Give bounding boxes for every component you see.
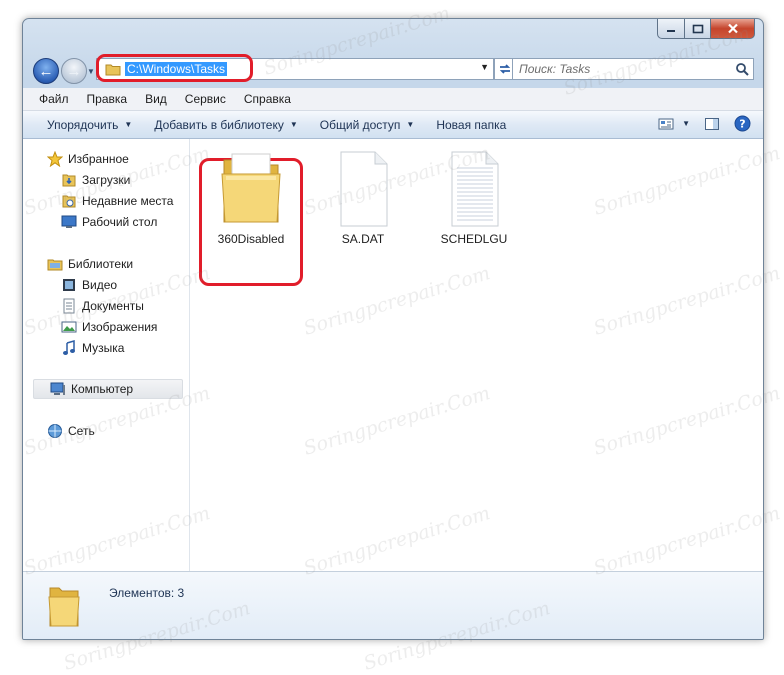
file-name: SA.DAT (341, 232, 385, 246)
file-list: 360Disabled SA.DAT SCHEDLGU (190, 139, 763, 571)
menu-tools[interactable]: Сервис (175, 92, 234, 106)
view-controls: ▼ ? (658, 115, 751, 132)
downloads-icon (61, 172, 77, 188)
caption-buttons (657, 19, 755, 39)
svg-text:?: ? (739, 118, 745, 131)
nav-documents-label: Документы (82, 299, 144, 313)
nav-video-label: Видео (82, 278, 118, 292)
refresh-icon (499, 64, 511, 74)
nav-downloads-label: Загрузки (82, 173, 131, 187)
menu-edit[interactable]: Правка (77, 92, 136, 106)
nav-network[interactable]: Сеть (47, 421, 95, 441)
new-folder-label: Новая папка (436, 117, 507, 132)
nav-desktop-label: Рабочий стол (82, 215, 158, 229)
star-icon (47, 151, 63, 167)
nav-favorites-label: Избранное (68, 152, 129, 166)
desktop-icon (61, 214, 77, 230)
address-dropdown-icon[interactable]: ▼ (480, 62, 489, 72)
documents-icon (61, 298, 77, 314)
highlight-box (96, 54, 253, 82)
file-item-folder[interactable]: 360Disabled (201, 143, 301, 246)
video-icon (61, 277, 77, 293)
help-icon[interactable]: ? (734, 115, 751, 132)
file-item-schedlgu[interactable]: SCHEDLGU (424, 143, 524, 246)
forward-arrow-icon: → (66, 62, 82, 80)
close-button[interactable] (711, 19, 755, 39)
nav-desktop[interactable]: Рабочий стол (61, 212, 157, 232)
back-arrow-icon: ← (38, 62, 54, 80)
share-button[interactable]: Общий доступ ▼ (309, 118, 426, 132)
organize-label: Упорядочить (47, 117, 119, 132)
nav-music[interactable]: Музыка (61, 338, 124, 358)
images-icon (61, 319, 77, 335)
search-input[interactable] (519, 61, 719, 77)
organize-button[interactable]: Упорядочить ▼ (23, 118, 143, 132)
nav-recent-label: Недавние места (82, 194, 174, 208)
minimize-button[interactable] (657, 19, 685, 39)
nav-favorites[interactable]: Избранное (47, 149, 129, 169)
chevron-down-icon: ▼ (406, 120, 415, 129)
recent-places-icon (61, 193, 77, 209)
item-count: Элементов: 3 (109, 586, 185, 600)
nav-images[interactable]: Изображения (61, 317, 157, 337)
add-to-library-label: Добавить в библиотеку (154, 117, 284, 132)
preview-pane-icon[interactable] (704, 116, 720, 132)
nav-documents[interactable]: Документы (61, 296, 144, 316)
nav-libraries[interactable]: Библиотеки (47, 254, 133, 274)
menu-file[interactable]: Файл (23, 92, 77, 106)
share-label: Общий доступ (319, 117, 401, 132)
folder-icon (48, 587, 80, 627)
nav-images-label: Изображения (82, 320, 158, 334)
text-file-icon (424, 143, 524, 228)
file-name: 360Disabled (217, 232, 285, 246)
content-area: Избранное Загрузки Недавние места Рабочи… (23, 139, 763, 571)
back-button[interactable]: ← (33, 58, 59, 84)
navigation-pane: Избранное Загрузки Недавние места Рабочи… (23, 139, 190, 571)
file-name: SCHEDLGU (440, 232, 508, 246)
maximize-button[interactable] (685, 19, 711, 39)
nav-libraries-label: Библиотеки (68, 257, 134, 271)
chevron-down-icon: ▼ (682, 119, 690, 128)
add-to-library-button[interactable]: Добавить в библиотеку ▼ (143, 118, 308, 132)
nav-downloads[interactable]: Загрузки (61, 170, 130, 190)
new-folder-button[interactable]: Новая папка (425, 118, 517, 132)
nav-video[interactable]: Видео (61, 275, 117, 295)
blank-file-icon (313, 143, 413, 228)
menu-bar: Файл Правка Вид Сервис Справка (23, 88, 763, 111)
nav-music-label: Музыка (82, 341, 125, 355)
chevron-down-icon: ▼ (289, 120, 298, 129)
minimize-icon (667, 29, 675, 32)
change-view-button[interactable]: ▼ (658, 117, 690, 131)
search-box[interactable] (512, 58, 754, 80)
history-dropdown-icon[interactable]: ▼ (87, 67, 95, 76)
chevron-down-icon: ▼ (124, 120, 133, 129)
network-icon (47, 423, 63, 439)
menu-view[interactable]: Вид (135, 92, 175, 106)
forward-button[interactable]: → (61, 58, 87, 84)
explorer-window: ← → ▼ C:\Windows\Tasks ▼ Файл Правка Вид… (22, 18, 764, 640)
view-icon (658, 118, 674, 129)
nav-computer[interactable]: Компьютер (33, 379, 183, 399)
nav-network-label: Сеть (68, 424, 95, 438)
menu-help[interactable]: Справка (234, 92, 299, 106)
folder-icon (201, 143, 301, 228)
file-item-sa-dat[interactable]: SA.DAT (313, 143, 413, 246)
details-pane: Элементов: 3 (23, 571, 763, 639)
nav-computer-label: Компьютер (71, 382, 134, 396)
maximize-icon (692, 24, 703, 33)
command-bar: Упорядочить ▼ Добавить в библиотеку ▼ Общи… (23, 111, 763, 139)
libraries-icon (47, 256, 63, 272)
computer-icon (50, 381, 66, 397)
nav-recent-places[interactable]: Недавние места (61, 191, 173, 211)
close-icon (727, 23, 738, 34)
search-icon[interactable] (735, 62, 749, 76)
music-icon (61, 340, 77, 356)
